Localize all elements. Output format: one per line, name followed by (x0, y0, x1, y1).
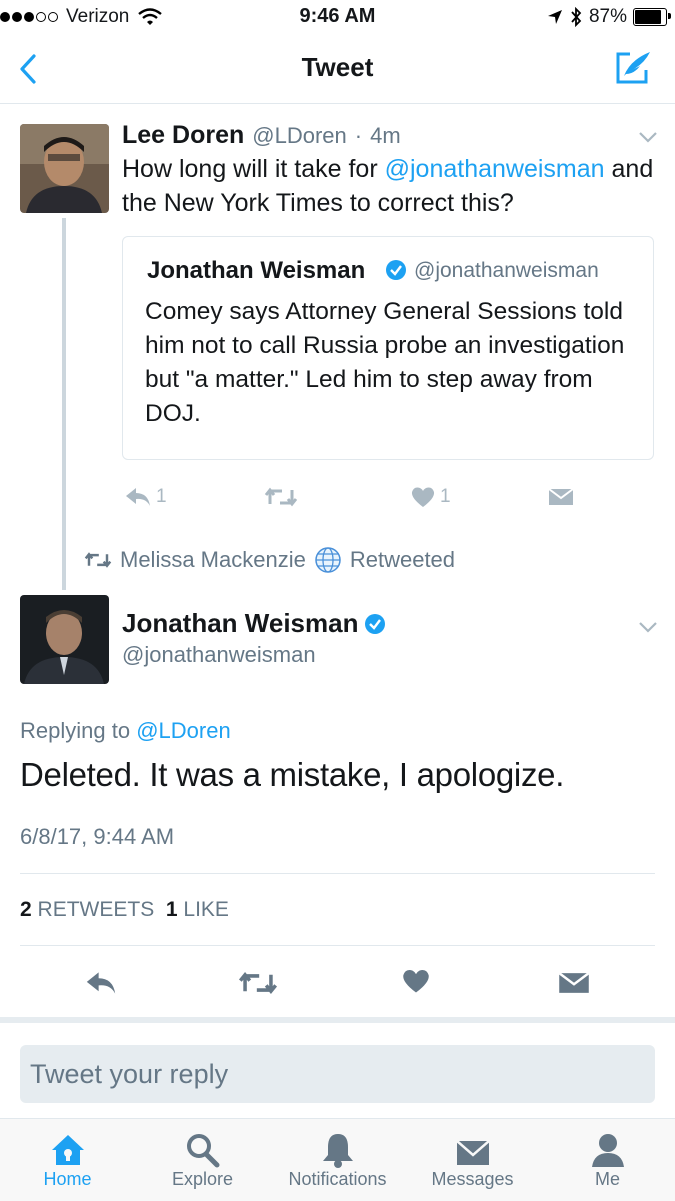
tab-label: Explore (171, 1169, 234, 1189)
quoted-tweet-text: Comey says Attorney General Sessions tol… (145, 298, 625, 427)
battery-percent: 87% (588, 6, 627, 27)
globe-icon (315, 547, 341, 573)
quoted-author-handle: @jonathanweisman (414, 259, 599, 282)
section-separator (0, 1017, 675, 1023)
envelope-icon (548, 488, 574, 505)
retweet-icon (264, 487, 298, 507)
divider (20, 873, 655, 874)
tweet-header: Lee Doren @LDoren · 4m (122, 121, 401, 150)
tab-me[interactable]: Me (540, 1119, 675, 1190)
author-name[interactable]: Jonathan Weisman (122, 608, 358, 639)
retweet-count: 2 (20, 898, 32, 921)
status-bar: Verizon 9:46 AM 87% (0, 0, 675, 36)
reply-icon[interactable] (84, 970, 118, 996)
reply-action[interactable]: 1 (124, 482, 167, 512)
avatar[interactable] (20, 595, 109, 684)
replying-to: Replying to @LDoren (20, 718, 231, 744)
avatar[interactable] (20, 124, 109, 213)
replying-to-link[interactable]: @LDoren (136, 718, 231, 743)
tab-bar: Home Explore Notifications Messages Me (0, 1118, 675, 1201)
tab-home[interactable]: Home (0, 1119, 135, 1190)
replying-prefix: Replying to (20, 718, 131, 743)
chevron-down-icon[interactable] (638, 130, 658, 144)
author-handle[interactable]: @jonathanweisman (122, 642, 316, 668)
thread-line (62, 218, 66, 590)
quoted-tweet-card[interactable]: Jonathan Weisman @jonathanweisman Comey … (122, 236, 654, 460)
person-icon (591, 1134, 624, 1167)
reply-icon (126, 488, 150, 506)
bell-icon (322, 1134, 353, 1168)
status-right: 87% (547, 6, 671, 28)
envelope-icon[interactable] (558, 970, 590, 996)
tweet-text: Deleted. It was a mistake, I apologize. (20, 756, 565, 793)
author-name[interactable]: Lee Doren (122, 121, 244, 150)
retweet-icon[interactable] (238, 970, 278, 996)
tab-label: Me (594, 1169, 620, 1189)
location-arrow-icon (547, 10, 562, 24)
mention-link[interactable]: @jonathanweisman (385, 155, 605, 183)
divider (20, 945, 655, 946)
home-icon (51, 1135, 84, 1165)
tweet-timestamp: 6/8/17, 9:44 AM (20, 824, 175, 849)
author-name-row: Jonathan Weisman (122, 608, 386, 639)
verified-badge-icon (386, 260, 406, 280)
tab-explore[interactable]: Explore (135, 1119, 270, 1190)
chevron-down-icon[interactable] (638, 620, 658, 634)
tweet-text: How long will it take for @jonathanweism… (122, 152, 662, 220)
reply-count: 1 (156, 486, 167, 507)
envelope-icon (455, 1140, 490, 1165)
divider (0, 103, 675, 104)
tab-messages[interactable]: Messages (405, 1119, 540, 1190)
quoted-author-name: Jonathan Weisman (147, 257, 366, 284)
like-count: 1 (440, 486, 451, 507)
heart-icon[interactable] (401, 968, 431, 994)
tab-notifications[interactable]: Notifications (270, 1119, 405, 1190)
engagement-counts[interactable]: 2 RETWEETS 1 LIKE (20, 898, 229, 922)
bluetooth-icon (571, 7, 582, 27)
verified-badge-icon (365, 613, 386, 634)
reply-placeholder: Tweet your reply (30, 1059, 229, 1089)
compose-icon[interactable] (610, 46, 654, 90)
search-icon (186, 1134, 219, 1168)
retweeter-name[interactable]: Melissa Mackenzie (120, 547, 306, 573)
tab-label: Notifications (288, 1169, 387, 1189)
retweeted-by: Melissa Mackenzie Retweeted (84, 546, 455, 574)
tweet-age: 4m (370, 123, 401, 148)
retweet-action[interactable] (264, 482, 298, 512)
page-title: Tweet (301, 52, 374, 82)
retweet-icon (84, 552, 112, 568)
reply-input[interactable]: Tweet your reply (20, 1045, 655, 1103)
retweet-label: RETWEETS (37, 898, 155, 921)
tab-label: Messages (431, 1169, 514, 1189)
dm-action[interactable] (548, 482, 574, 512)
separator-dot: · (354, 123, 363, 148)
tweet-text-part: How long will it take for (122, 155, 385, 183)
tab-label: Home (43, 1169, 92, 1189)
battery-icon (633, 8, 671, 26)
like-count: 1 (165, 898, 178, 921)
retweeted-label: Retweeted (349, 547, 456, 572)
author-handle[interactable]: @LDoren (252, 123, 347, 149)
heart-icon (411, 487, 435, 507)
like-label: LIKE (183, 898, 229, 921)
like-action[interactable]: 1 (410, 482, 451, 512)
